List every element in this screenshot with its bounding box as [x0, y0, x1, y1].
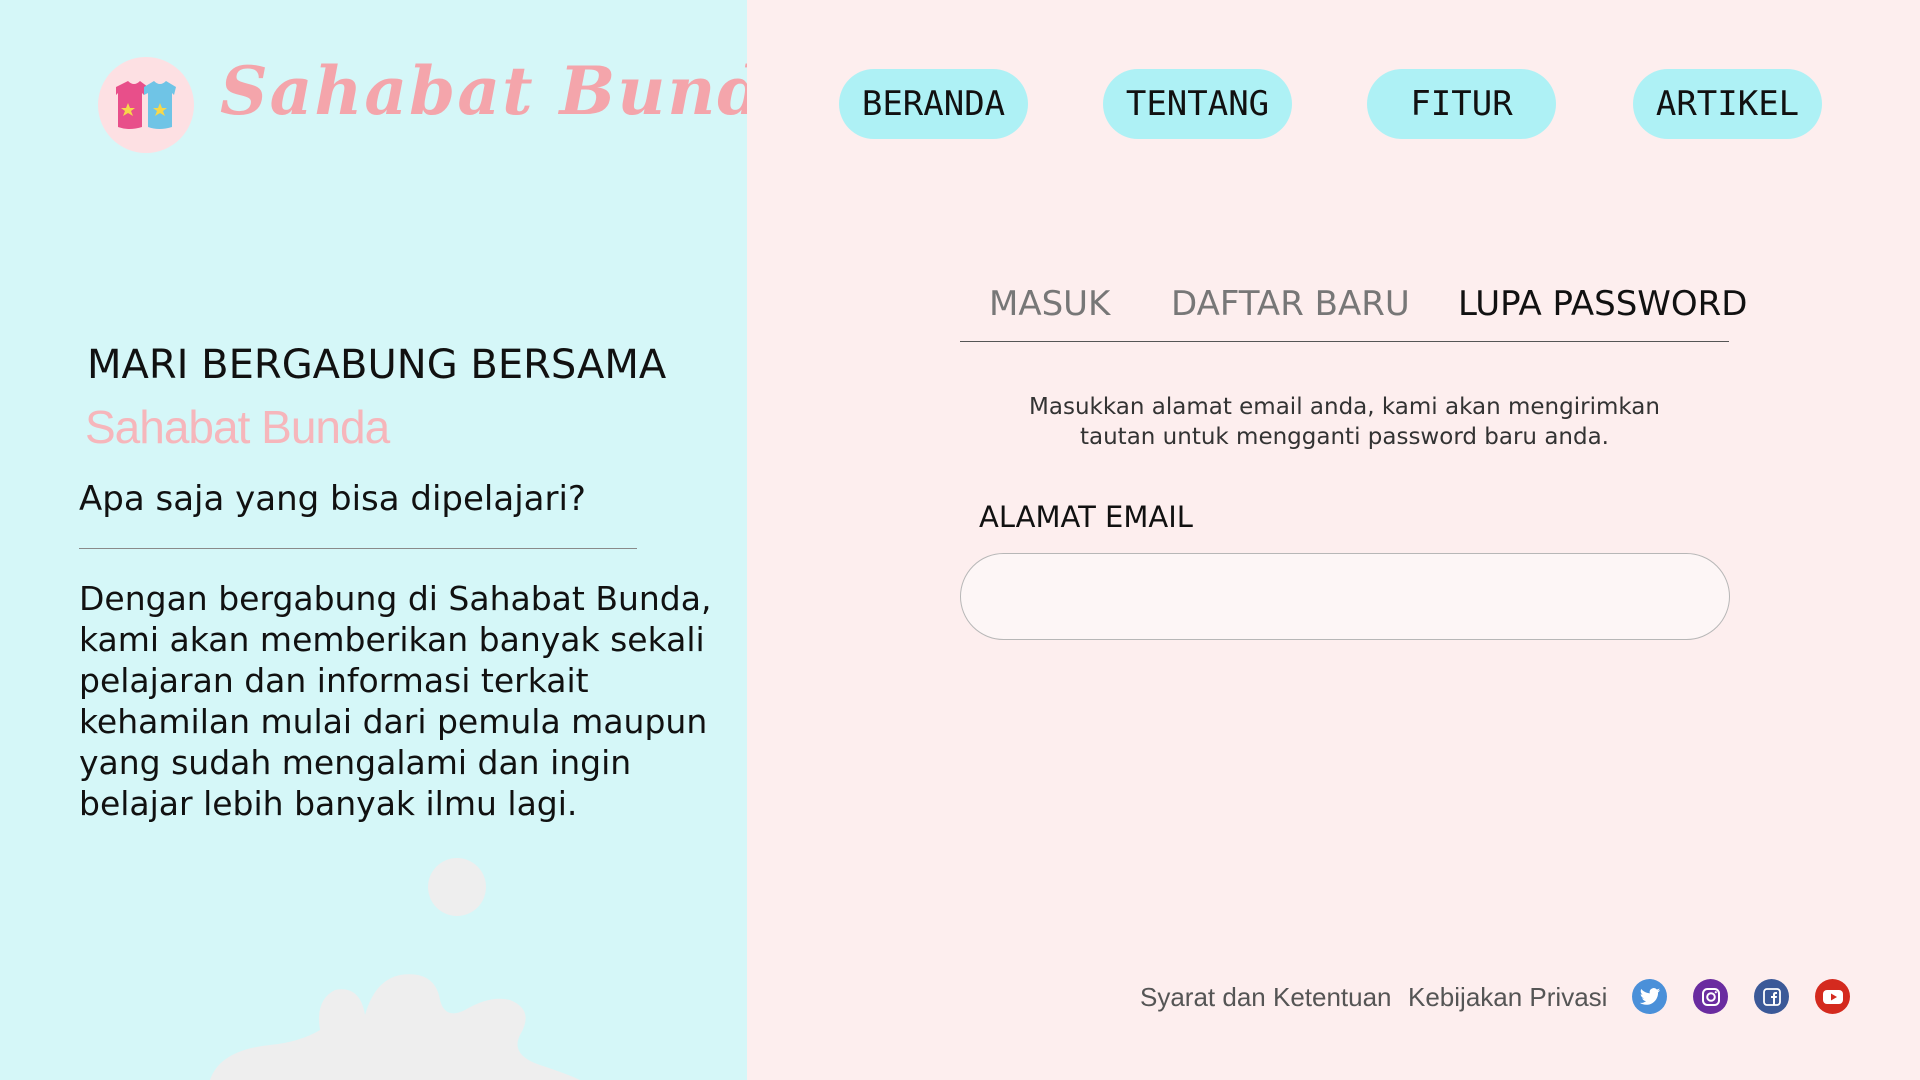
- join-brand-name: Sahabat Bunda: [85, 401, 390, 453]
- privacy-link[interactable]: Kebijakan Privasi: [1408, 982, 1607, 1013]
- splash-decoration: [210, 858, 580, 1080]
- terms-link[interactable]: Syarat dan Ketentuan: [1140, 982, 1392, 1013]
- nav-fitur-button[interactable]: FITUR: [1367, 69, 1556, 139]
- auth-tabs: MASUK DAFTAR BARU LUPA PASSWORD: [960, 280, 1747, 342]
- instagram-icon[interactable]: [1693, 979, 1728, 1014]
- nav-beranda-button[interactable]: BERANDA: [839, 69, 1028, 139]
- email-field[interactable]: [960, 553, 1730, 640]
- brand-name[interactable]: Sahabat Bunda: [220, 52, 747, 130]
- left-panel: Sahabat Bunda MARI BERGABUNG BERSAMA Sah…: [0, 0, 747, 1080]
- twitter-icon[interactable]: [1632, 979, 1667, 1014]
- logo[interactable]: [98, 57, 194, 153]
- tab-daftar-baru[interactable]: DAFTAR BARU: [1171, 284, 1410, 324]
- nav-artikel-button[interactable]: ARTIKEL: [1633, 69, 1822, 139]
- baby-clothes-icon: [116, 81, 176, 129]
- tab-lupa-password[interactable]: LUPA PASSWORD: [1458, 284, 1747, 324]
- facebook-icon[interactable]: [1754, 979, 1789, 1014]
- divider: [79, 548, 637, 549]
- tab-masuk[interactable]: MASUK: [989, 284, 1110, 324]
- email-label: ALAMAT EMAIL: [979, 500, 1193, 534]
- join-description: Dengan bergabung di Sahabat Bunda, kami …: [79, 579, 712, 823]
- reset-instruction: Masukkan alamat email anda, kami akan me…: [960, 392, 1729, 452]
- learn-question: Apa saja yang bisa dipelajari?: [79, 479, 586, 519]
- join-title: MARI BERGABUNG BERSAMA: [87, 342, 667, 388]
- instruction-line-1: Masukkan alamat email anda, kami akan me…: [1029, 394, 1660, 420]
- instruction-line-2: tautan untuk mengganti password baru and…: [1079, 424, 1609, 450]
- nav-tentang-button[interactable]: TENTANG: [1103, 69, 1292, 139]
- youtube-icon[interactable]: [1815, 979, 1850, 1014]
